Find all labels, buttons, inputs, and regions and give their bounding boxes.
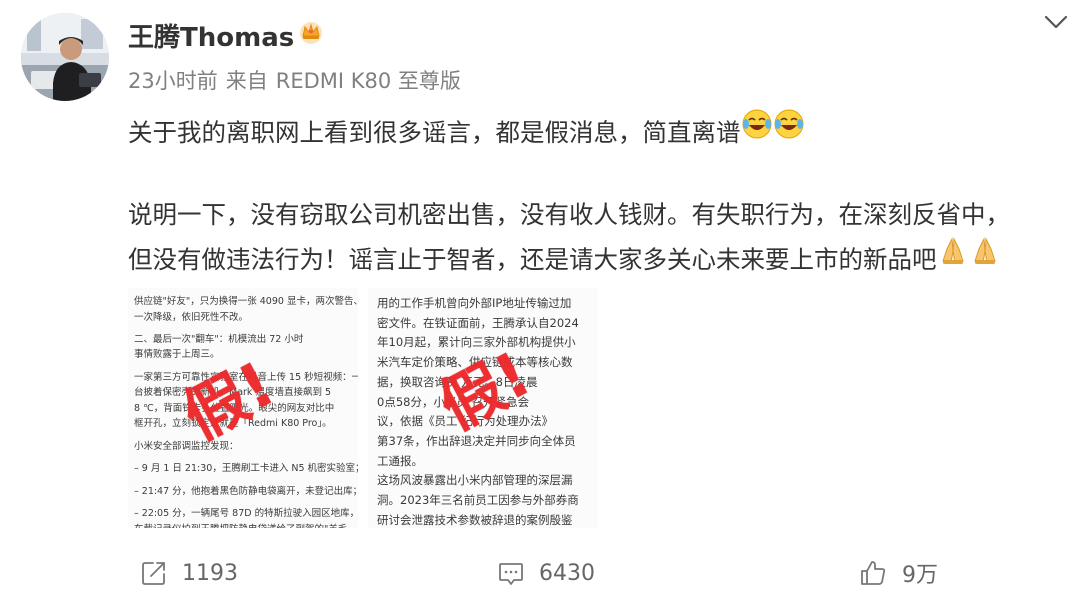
thumbs-up-icon (861, 561, 886, 585)
comment-icon (499, 563, 523, 585)
laugh-cry-emoji-icon (773, 108, 805, 155)
post-text-line-1: 关于我的离职网上看到很多谣言，都是假消息，简直离谱 (128, 108, 1068, 156)
post-text-line-3: 但没有做违法行为！谣言止于智者，还是请大家多关心未来要上市的新品吧 (128, 235, 1068, 283)
avatar-photo (21, 13, 109, 101)
right-text-line: 研讨会泄露技术参数被辞退的案例殷鉴 (377, 512, 573, 527)
author-name[interactable]: 王腾Thomas (128, 20, 324, 56)
like-count: 9万 (902, 563, 938, 588)
repost-count: 1193 (182, 560, 238, 586)
more-options-chevron-icon[interactable] (1042, 10, 1070, 34)
comment-button[interactable]: 6430 (497, 556, 595, 590)
right-text-line: 洞。2023年三名前员工因参与外部券商 (377, 493, 579, 507)
repost-icon (142, 562, 165, 585)
vip-crown-badge-icon (298, 19, 324, 55)
left-text-line: – 21:47 分，他抱着黑色防静电袋离开，未登记出库； (134, 485, 358, 497)
post-meta: 23小时前 来自 REDMI K80 至尊版 (128, 66, 461, 96)
post-text-1: 关于我的离职网上看到很多谣言，都是假消息，简直离谱 (128, 118, 741, 147)
left-text-line: 二、最后一次"翻车"：机模流出 72 小时 (134, 333, 304, 345)
source-prefix: 来自 (225, 69, 268, 93)
right-text-line: 这场风波暴露出小米内部管理的深层漏 (377, 473, 573, 488)
left-text-line: – 22:05 分，一辆尾号 87D 的特斯拉驶入园区地库， (134, 508, 358, 520)
post-text-3: 但没有做违法行为！谣言止于智者，还是请大家多关心未来要上市的新品吧 (128, 245, 937, 274)
comment-count: 6430 (539, 560, 595, 586)
repost-button[interactable]: 1193 (140, 556, 238, 590)
right-text-line: 工通报。 (377, 453, 423, 468)
post-text-2: 说明一下，没有窃取公司机密出售，没有收人钱财。有失职行为，在深刻反省中， (128, 200, 1010, 229)
right-text-line: 用的工作手机曾向外部IP地址传输过加 (377, 296, 572, 310)
right-text-line: 密文件。在铁证面前，王腾承认自2024 (377, 315, 579, 330)
avatar[interactable] (21, 13, 109, 101)
post-time[interactable]: 23小时前 (128, 69, 218, 93)
left-text-line: 一次降级，依旧死性不改。 (134, 311, 249, 323)
left-text-line: 车载记录仪拍到王腾把防静电袋递给了副驾的"羊毛 (134, 521, 347, 528)
pray-hands-emoji-icon (937, 235, 969, 282)
author-name-text[interactable]: 王腾Thomas (128, 23, 294, 53)
right-text-line: 年10月起，累计向三家外部机构提供小 (377, 335, 576, 350)
left-text-line: – 9 月 1 日 21:30，王腾刷工卡进入 N5 机密实验室； (134, 463, 358, 475)
laugh-cry-emoji-icon (741, 108, 773, 155)
like-button[interactable]: 9万 (858, 556, 938, 590)
post-text-line-2: 说明一下，没有窃取公司机密出售，没有收人钱财。有失职行为，在深刻反省中， (128, 192, 1068, 238)
source-device[interactable]: REDMI K80 至尊版 (276, 69, 461, 93)
pray-hands-emoji-icon (969, 235, 1001, 282)
left-text-line: 事情败露于上周三。 (134, 349, 220, 361)
left-text-line: 供应链"好友"，只为换得一张 4090 显卡，两次警告、 (134, 296, 358, 307)
